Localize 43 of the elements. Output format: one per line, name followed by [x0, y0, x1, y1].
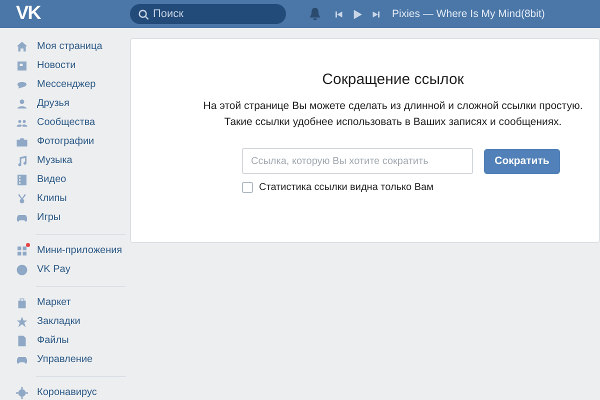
camera-icon [16, 136, 28, 148]
newspaper-icon [16, 60, 28, 72]
search-field[interactable]: Поиск [130, 4, 286, 24]
sidebar-item[interactable]: Файлы [16, 331, 122, 350]
sidebar-item[interactable]: Игры [16, 208, 122, 227]
sidebar-item[interactable]: Новости [16, 56, 122, 75]
sidebar-item[interactable]: VK Pay [16, 260, 122, 279]
bell-icon[interactable] [308, 7, 322, 21]
file-icon [16, 334, 28, 346]
bag-icon [16, 296, 28, 308]
sidebar-item[interactable]: Мини-приложения [16, 241, 122, 260]
sidebar-item[interactable]: Фотографии [16, 132, 122, 151]
sidebar-item[interactable]: Моя страница [16, 37, 122, 56]
home-icon [16, 40, 28, 52]
coin-icon [16, 264, 28, 276]
logo[interactable]: VK [16, 3, 130, 25]
next-icon[interactable] [372, 10, 381, 18]
sidebar-item[interactable]: Мессенджер [16, 75, 122, 94]
previous-icon[interactable] [334, 10, 343, 18]
checkbox[interactable] [242, 182, 253, 193]
play-icon[interactable] [352, 8, 363, 20]
link-input-field[interactable]: Ссылка, которую Вы хотите сократить [242, 148, 473, 174]
page-title: Сокращение ссылок [321, 71, 465, 88]
shorten-button[interactable]: Сократить [484, 148, 560, 174]
sidebar-item[interactable]: Маркет [16, 293, 122, 312]
sidebar-item[interactable]: Друзья [16, 94, 122, 113]
checkbox-label[interactable]: Статистика ссылки видна только Вам [259, 182, 434, 193]
clip-icon [16, 192, 28, 204]
sidebar-item[interactable]: Видео [16, 170, 122, 189]
star-icon [16, 316, 28, 328]
track-title[interactable]: Pixies — Where Is My Mind(8bit) [392, 8, 545, 20]
description-text: На этой странице Вы можете сделать из длинной и сложной ссылки простую. [202, 100, 584, 112]
sidebar-item[interactable]: Управление [16, 350, 122, 369]
sidebar-item[interactable]: Клипы [16, 189, 122, 208]
sidebar-item[interactable]: Коронавирус [16, 383, 122, 400]
description-text: Такие ссылки удобнее использовать в Ваших записях и сообщениях. [223, 116, 563, 128]
sidebar-item[interactable]: Сообщества [16, 113, 122, 132]
film-strip-icon [16, 174, 28, 186]
grid-icon [16, 244, 28, 256]
sidebar-item[interactable]: Закладки [16, 312, 122, 331]
person-icon [16, 98, 28, 110]
music-note-icon [16, 154, 28, 166]
sidebar-item[interactable]: Музыка [16, 151, 122, 170]
